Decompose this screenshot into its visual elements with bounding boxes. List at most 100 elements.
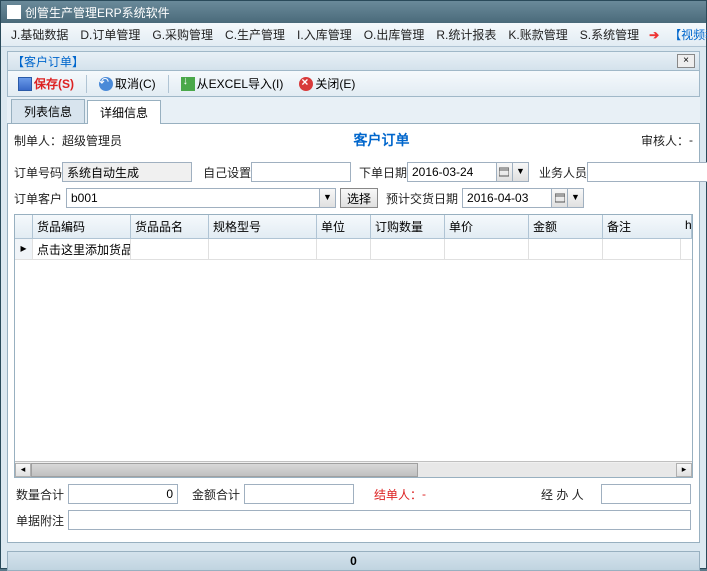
import-icon [181,77,195,91]
grid-hscrollbar[interactable]: ◂ ▸ [15,461,692,477]
add-item-placeholder[interactable]: 点击这里添加货品 [33,239,131,259]
import-label: 从EXCEL导入(I) [197,75,284,92]
scroll-left-button[interactable]: ◂ [15,463,31,477]
form-title: 客户订单 [122,130,641,150]
calendar-icon [555,193,565,203]
window-title: 创管生产管理ERP系统软件 [25,4,170,21]
self-set-label: 自己设置 [203,164,251,181]
amt-total-field [244,484,354,504]
menu-purchase-mgmt[interactable]: G.采购管理 [146,24,219,45]
save-label: 保存(S) [34,75,74,92]
scroll-thumb[interactable] [31,463,418,477]
toolbar: 保存(S) 取消(C) 从EXCEL导入(I) 关闭(E) [7,71,700,97]
menu-video-tutorial[interactable]: 【视频教程，先看 [663,24,707,45]
delivery-date-dropdown[interactable]: ▼ [568,188,584,208]
qty-total-field [68,484,178,504]
menubar: J.基础数据 D.订单管理 G.采购管理 C.生产管理 I.入库管理 O.出库管… [1,23,706,47]
delivery-date-label: 预计交货日期 [386,190,462,207]
sales-field[interactable] [587,162,707,182]
subwindow-title: 【客户订单】 [12,53,84,70]
cancel-label: 取消(C) [115,75,156,92]
window-titlebar[interactable]: 创管生产管理ERP系统软件 [1,1,706,23]
save-button[interactable]: 保存(S) [14,73,78,94]
save-icon [18,77,32,91]
menu-base-data[interactable]: J.基础数据 [5,24,74,45]
statusbar: 0 [7,551,700,571]
add-item-row[interactable]: ▸ 点击这里添加货品 [15,239,692,260]
select-customer-button[interactable]: 选择 [340,188,378,208]
attach-label: 单据附注 [16,512,68,529]
form-area: 制单人： 超级管理员 客户订单 审核人： - 订单号码 自己设置 下单日期 [7,124,700,543]
menu-system[interactable]: S.系统管理 [574,24,645,45]
order-date-field[interactable] [407,162,497,182]
order-date-picker[interactable] [497,162,513,182]
col-amount[interactable]: 金额 [529,215,603,238]
close-button[interactable]: 关闭(E) [295,73,359,94]
maker-label: 制单人： [14,132,62,149]
grid-body[interactable]: ▸ 点击这里添加货品 [15,239,692,461]
order-no-field [62,162,192,182]
grid-cell[interactable] [445,239,529,259]
grid-header: 货品编码 货品品名 规格型号 单位 订购数量 单价 金额 备注 hpz1 [15,215,692,239]
menu-reports[interactable]: R.统计报表 [430,24,502,45]
col-product-name[interactable]: 货品品名 [131,215,209,238]
app-icon [7,5,21,19]
tab-detail-info[interactable]: 详细信息 [87,100,161,124]
tab-list-info[interactable]: 列表信息 [11,99,85,123]
order-date-label: 下单日期 [359,164,407,181]
col-hpz1[interactable]: hpz1 [681,215,692,238]
col-spec[interactable]: 规格型号 [209,215,317,238]
attach-field[interactable] [68,510,691,530]
toolbar-separator [168,75,169,93]
calendar-icon [499,167,509,177]
grid-cell[interactable] [209,239,317,259]
handler-label: 经 办 人 [541,486,601,503]
self-set-field[interactable] [251,162,351,182]
scroll-right-button[interactable]: ▸ [676,463,692,477]
maker-value: 超级管理员 [62,132,122,149]
customer-field[interactable] [66,188,320,208]
row-handle: ▸ [15,239,33,259]
customer-label: 订单客户 [14,190,66,207]
toolbar-separator [86,75,87,93]
amt-total-label: 金额合计 [192,486,244,503]
auditor-value: - [689,133,693,147]
close-label: 关闭(E) [315,75,355,92]
close-x-icon [299,77,313,91]
line-items-grid: 货品编码 货品品名 规格型号 单位 订购数量 单价 金额 备注 hpz1 ▸ 点… [14,214,693,478]
arrow-icon: ➔ [649,28,659,42]
col-unit[interactable]: 单位 [317,215,371,238]
settler-value: - [422,487,426,501]
delivery-date-picker[interactable] [552,188,568,208]
auditor-label: 审核人： [641,132,689,149]
undo-icon [99,77,113,91]
app-window: 创管生产管理ERP系统软件 J.基础数据 D.订单管理 G.采购管理 C.生产管… [0,0,707,569]
scroll-track[interactable] [31,463,676,477]
col-qty[interactable]: 订购数量 [371,215,445,238]
order-date-dropdown[interactable]: ▼ [513,162,529,182]
settler-label: 结单人： [374,486,422,503]
menu-production-mgmt[interactable]: C.生产管理 [219,24,291,45]
import-excel-button[interactable]: 从EXCEL导入(I) [177,73,288,94]
menu-outbound-mgmt[interactable]: O.出库管理 [358,24,431,45]
customer-dropdown[interactable]: ▼ [320,188,336,208]
grid-cell[interactable] [371,239,445,259]
cancel-button[interactable]: 取消(C) [95,73,160,94]
delivery-date-field[interactable] [462,188,552,208]
status-value: 0 [350,554,357,568]
grid-cell[interactable] [131,239,209,259]
grid-cell[interactable] [317,239,371,259]
col-product-code[interactable]: 货品编码 [33,215,131,238]
subwindow-close-button[interactable]: × [677,54,695,68]
handler-field[interactable] [601,484,691,504]
subwindow-titlebar: 【客户订单】 × [7,51,700,71]
sales-label: 业务人员 [539,164,587,181]
col-price[interactable]: 单价 [445,215,529,238]
menu-order-mgmt[interactable]: D.订单管理 [74,24,146,45]
menu-accounts[interactable]: K.账款管理 [502,24,573,45]
col-remark[interactable]: 备注 [603,215,681,238]
grid-cell[interactable] [529,239,603,259]
col-row-handle[interactable] [15,215,33,238]
menu-inbound-mgmt[interactable]: I.入库管理 [291,24,358,45]
grid-cell[interactable] [603,239,681,259]
